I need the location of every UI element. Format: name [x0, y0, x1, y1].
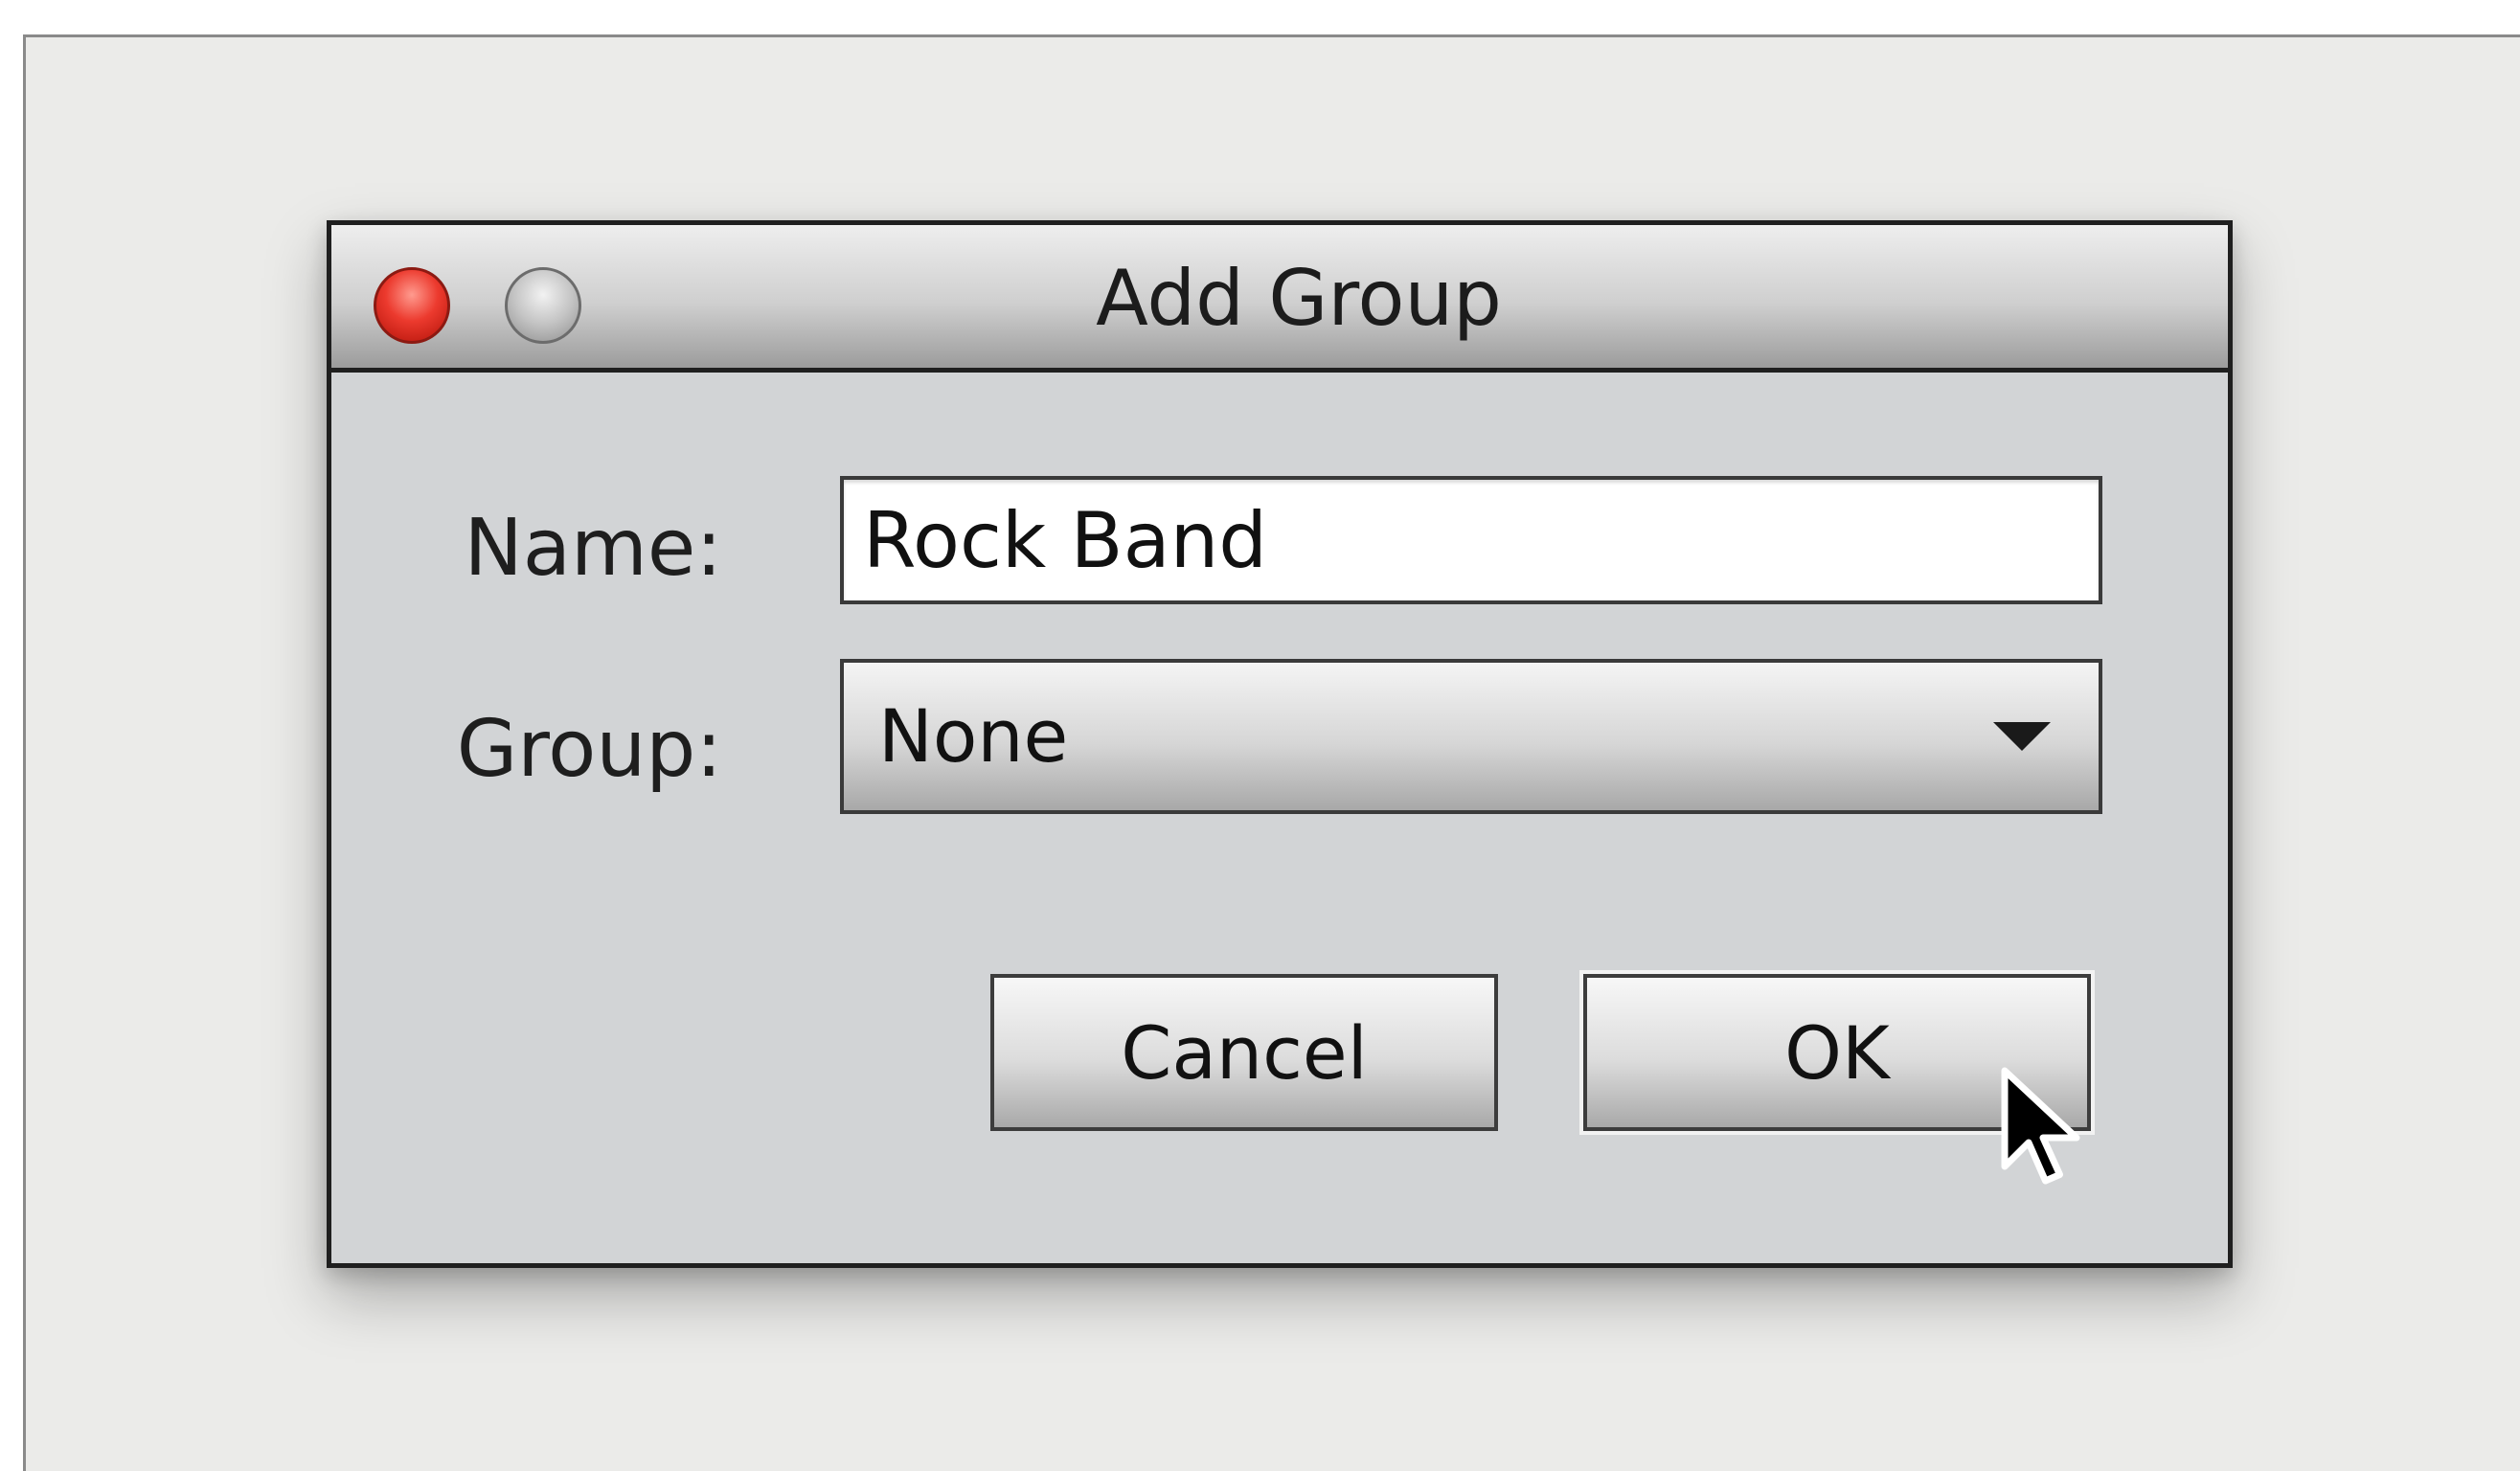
group-dropdown[interactable]: None — [840, 659, 2102, 814]
add-group-dialog: Add Group Name: Group: None Cancel OK — [327, 220, 2233, 1268]
group-label: Group: — [456, 704, 722, 795]
group-selected-value: None — [878, 693, 1069, 779]
cancel-button[interactable]: Cancel — [990, 974, 1498, 1131]
mouse-pointer-icon — [2001, 1067, 2080, 1185]
chevron-down-icon — [1993, 722, 2051, 751]
name-input[interactable] — [840, 476, 2102, 604]
dialog-title: Add Group — [1096, 254, 1502, 343]
name-label: Name: — [464, 503, 722, 594]
dialog-titlebar[interactable]: Add Group — [331, 225, 2228, 373]
